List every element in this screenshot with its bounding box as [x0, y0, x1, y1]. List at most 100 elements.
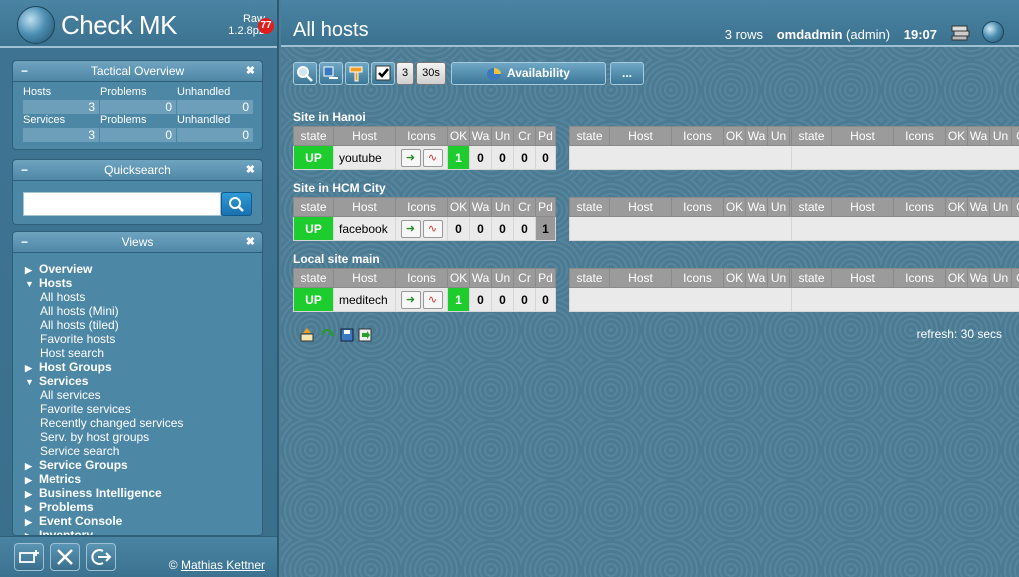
more-button[interactable]: ... [610, 62, 644, 85]
column-header[interactable]: Wa [469, 268, 492, 288]
book-icon[interactable] [949, 21, 971, 43]
column-header[interactable]: Pd [535, 197, 556, 217]
column-header[interactable]: Host [609, 197, 672, 217]
views-item[interactable]: ▶ Problems [25, 500, 255, 514]
host-name-link[interactable]: youtube [333, 145, 396, 170]
minimize-icon[interactable]: − [21, 61, 28, 81]
column-header[interactable]: Pd [535, 126, 556, 146]
triangle-right-icon[interactable]: ▶ [25, 487, 39, 501]
edit-view-button[interactable] [345, 62, 369, 85]
views-item[interactable]: Service search [25, 444, 255, 458]
warn-count[interactable]: 0 [469, 287, 492, 312]
column-header[interactable]: OK [723, 126, 746, 146]
column-header[interactable]: Host [333, 126, 396, 146]
column-header[interactable]: state [791, 268, 832, 288]
views-item[interactable]: Recently changed services [25, 416, 255, 430]
triangle-right-icon[interactable]: ▶ [25, 501, 39, 515]
column-header[interactable]: Icons [395, 268, 448, 288]
views-item[interactable]: All hosts (Mini) [25, 304, 255, 318]
column-header[interactable]: Icons [893, 268, 946, 288]
minimize-icon[interactable]: − [21, 160, 28, 180]
warn-count[interactable]: 0 [469, 216, 492, 241]
column-header[interactable]: Un [767, 126, 790, 146]
views-item[interactable]: ▶ Metrics [25, 472, 255, 486]
column-header[interactable]: Un [767, 197, 790, 217]
column-header[interactable]: Icons [395, 126, 448, 146]
crit-count[interactable]: 0 [513, 145, 536, 170]
views-item[interactable]: ▶ Business Intelligence [25, 486, 255, 500]
column-header[interactable]: state [569, 126, 610, 146]
triangle-right-icon[interactable]: ▶ [25, 529, 39, 535]
column-header[interactable]: Cr [1011, 268, 1019, 288]
warn-count[interactable]: 0 [469, 145, 492, 170]
column-header[interactable]: state [791, 126, 832, 146]
column-header[interactable]: OK [447, 268, 470, 288]
triangle-right-icon[interactable]: ▶ [25, 473, 39, 487]
column-header[interactable]: state [293, 268, 334, 288]
column-header[interactable]: Host [333, 268, 396, 288]
filter-button[interactable] [293, 62, 317, 85]
reload-icon[interactable] [319, 327, 335, 343]
column-header[interactable]: OK [447, 197, 470, 217]
checkbox-toggle-button[interactable] [371, 62, 395, 85]
export-icon[interactable] [299, 327, 315, 343]
triangle-right-icon[interactable]: ▶ [25, 459, 39, 473]
column-header[interactable]: Un [491, 126, 514, 146]
views-item[interactable]: ▶ Inventory [25, 528, 255, 535]
views-item[interactable]: ▶ Overview [25, 262, 255, 276]
close-icon[interactable]: ✖ [246, 232, 255, 252]
views-item[interactable]: Host search [25, 346, 255, 360]
refresh-interval-button[interactable]: 30s [416, 62, 446, 85]
services-unhandled[interactable]: 0 [177, 128, 253, 142]
column-header[interactable]: Cr [513, 197, 536, 217]
views-header[interactable]: − Views ✖ [13, 232, 262, 253]
column-header[interactable]: Cr [513, 126, 536, 146]
unknown-count[interactable]: 0 [491, 287, 514, 312]
column-header[interactable]: Wa [967, 126, 990, 146]
column-header[interactable]: Un [989, 197, 1012, 217]
column-header[interactable]: state [791, 197, 832, 217]
triangle-down-icon[interactable]: ▼ [25, 375, 39, 389]
checkmk-logo-icon[interactable] [17, 6, 55, 44]
column-header[interactable]: OK [723, 268, 746, 288]
column-header[interactable]: Host [609, 126, 672, 146]
host-graph-icon[interactable]: ∿ [422, 290, 443, 309]
quicksearch-header[interactable]: − Quicksearch ✖ [13, 160, 262, 181]
column-header[interactable]: Un [491, 197, 514, 217]
column-header[interactable]: OK [723, 197, 746, 217]
ok-count[interactable]: 1 [447, 145, 470, 170]
minimize-icon[interactable]: − [21, 232, 28, 252]
host-graph-icon[interactable]: ∿ [422, 148, 443, 167]
views-item[interactable]: ▼ Hosts [25, 276, 255, 290]
setup-button[interactable] [50, 543, 80, 571]
host-name-link[interactable]: facebook [333, 216, 396, 241]
commands-button[interactable] [319, 62, 343, 85]
host-graph-icon[interactable]: ∿ [422, 219, 443, 238]
pending-count[interactable]: 0 [535, 287, 556, 312]
close-icon[interactable]: ✖ [246, 160, 255, 180]
copyright-link[interactable]: Mathias Kettner [181, 558, 265, 572]
column-header[interactable]: Cr [1011, 197, 1019, 217]
column-header[interactable]: Host [333, 197, 396, 217]
ok-count[interactable]: 1 [447, 287, 470, 312]
search-button[interactable] [221, 192, 252, 216]
triangle-right-icon[interactable]: ▶ [25, 263, 39, 277]
services-problems[interactable]: 0 [100, 128, 176, 142]
column-header[interactable]: Wa [745, 197, 768, 217]
triangle-down-icon[interactable]: ▼ [25, 277, 39, 291]
refresh-count-button[interactable]: 3 [396, 62, 414, 85]
column-header[interactable]: Wa [469, 197, 492, 217]
column-header[interactable]: state [293, 197, 334, 217]
add-snapin-button[interactable] [14, 543, 44, 571]
unknown-count[interactable]: 0 [491, 216, 514, 241]
views-item[interactable]: All services [25, 388, 255, 402]
add-dashlet-icon[interactable] [357, 327, 373, 343]
triangle-right-icon[interactable]: ▶ [25, 515, 39, 529]
column-header[interactable]: Wa [745, 268, 768, 288]
column-header[interactable]: Icons [893, 197, 946, 217]
crit-count[interactable]: 0 [513, 287, 536, 312]
hosts-problems[interactable]: 0 [100, 100, 176, 114]
views-item[interactable]: Favorite hosts [25, 332, 255, 346]
column-header[interactable]: Icons [671, 268, 724, 288]
ok-count[interactable]: 0 [447, 216, 470, 241]
